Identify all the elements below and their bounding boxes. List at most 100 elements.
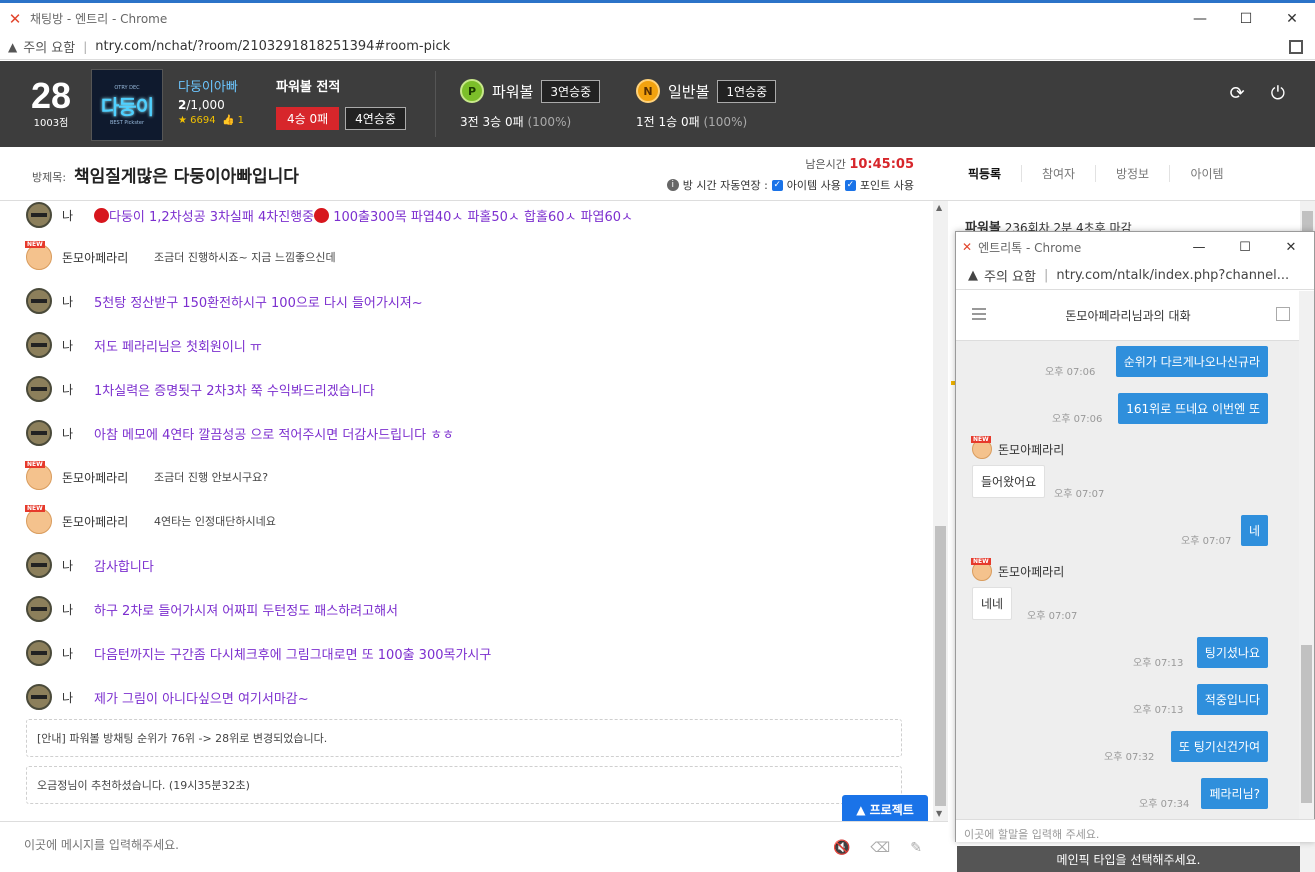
point-use-checkbox[interactable]: ✓ <box>844 179 856 191</box>
message-nick: 나 <box>62 602 74 617</box>
new-badge: NEW <box>25 505 45 512</box>
message-time: 오후 07:13 <box>1133 658 1184 669</box>
chat-message: 나 저도 페라리님은 첫회원이니 ㅠ <box>26 331 262 359</box>
eraser-icon[interactable]: ⌫ <box>870 840 890 856</box>
message-text: 조금더 진행하시죠~ 지금 느낌좋으신데 <box>154 251 336 264</box>
my-avatar[interactable] <box>26 640 52 666</box>
record-badge: 4승 0패 <box>276 107 340 130</box>
popup-window-title: 엔트리톡 - Chrome <box>978 240 1082 255</box>
my-avatar[interactable] <box>26 420 52 446</box>
minimize-icon[interactable]: — <box>1177 3 1223 34</box>
magic-wand-icon[interactable]: ✎ <box>910 840 922 856</box>
my-avatar[interactable] <box>26 288 52 314</box>
popup-scrollbar-thumb[interactable] <box>1301 645 1312 803</box>
tab-participants[interactable]: 참여자 <box>1022 165 1096 182</box>
message-nick[interactable]: 돈모아페라리 <box>62 513 154 530</box>
message-nick: 나 <box>62 208 74 223</box>
expand-icon[interactable] <box>1276 307 1290 321</box>
message-text: 다음턴까지는 구간좀 다시체크후에 그림그대로면 또 100출 300목가시구 <box>94 647 492 663</box>
chat-message: 나 5천탕 정산받구 150환전하시구 100으로 다시 들어가시져~ <box>26 287 423 315</box>
power-icon[interactable]: ⏻ <box>1271 83 1285 104</box>
chat-message: 나 감사합니다 <box>26 551 154 579</box>
my-avatar[interactable] <box>26 332 52 358</box>
popup-address-bar[interactable]: ▲ 주의 요함 | ntry.com/ntalk/index.php?chann… <box>956 262 1314 290</box>
chat-message: 나 제가 그림이 아니다싶으면 여기서마감~ <box>26 683 309 711</box>
new-badge: NEW <box>25 461 45 468</box>
message-text: 제가 그림이 아니다싶으면 여기서마감~ <box>94 691 309 707</box>
my-avatar[interactable] <box>26 376 52 402</box>
maximize-icon[interactable]: ☐ <box>1223 3 1269 34</box>
scroll-up-icon[interactable]: ▲ <box>936 203 942 212</box>
scroll-down-icon[interactable]: ▼ <box>936 809 942 818</box>
message-time: 오후 07:32 <box>1104 752 1155 763</box>
my-avatar[interactable] <box>26 596 52 622</box>
tab-items[interactable]: 아이템 <box>1170 165 1244 182</box>
item-use-checkbox[interactable]: ✓ <box>771 179 783 191</box>
message-nick[interactable]: 돈모아페라리 <box>62 469 154 486</box>
host-username[interactable]: 다둥이아빠 <box>178 79 244 97</box>
sender-avatar[interactable]: NEW <box>971 436 992 459</box>
new-badge: NEW <box>971 558 991 565</box>
not-secure-label[interactable]: 주의 요함 <box>23 37 75 56</box>
host-stats: ★ 6694 👍 1 <box>178 113 244 129</box>
my-avatar[interactable] <box>26 552 52 578</box>
hamburger-menu-icon[interactable] <box>972 308 986 320</box>
close-icon[interactable]: ✕ <box>1269 3 1315 34</box>
popup-title-bar: ✕ 엔트리톡 - Chrome — ☐ ✕ <box>956 232 1314 262</box>
my-avatar[interactable] <box>26 684 52 710</box>
sender-avatar[interactable]: NEW <box>971 558 992 581</box>
message-text: 1차실력은 증명됫구 2차3차 쭉 수익봐드리겠습니다 <box>94 383 375 399</box>
chat-scrollbar-thumb[interactable] <box>935 526 946 806</box>
user-avatar[interactable]: NEW <box>25 241 52 270</box>
tab-room-info[interactable]: 방정보 <box>1096 165 1170 182</box>
powerball-pct: (100%) <box>527 115 572 129</box>
main-pick-type-bar[interactable]: 메인픽 타입을 선택해주세요. <box>957 846 1300 872</box>
avatar-tag-text: BEST Pickster <box>109 119 145 126</box>
item-use-label: 아이템 사용 <box>786 179 841 192</box>
system-notice: [안내] 파워볼 방채팅 순위가 76위 -> 28위로 변경되었습니다. <box>26 719 902 757</box>
popup-message-input[interactable]: 이곳에 할말을 입력해 주세요. <box>956 819 1315 842</box>
project-button[interactable]: ▲ 프로젝트 <box>842 795 928 823</box>
remaining-time-value: 10:45:05 <box>849 157 914 172</box>
warning-icon[interactable]: ▲ <box>968 268 978 283</box>
tab-pick-register[interactable]: 픽등록 <box>948 165 1022 182</box>
address-bar[interactable]: ▲ 주의 요함 | ntry.com/nchat/?room/210329181… <box>0 34 1315 60</box>
user-avatar[interactable]: NEW <box>25 461 52 490</box>
refresh-icon[interactable]: ⟳ <box>1230 83 1245 104</box>
popup-not-secure[interactable]: 주의 요함 <box>984 266 1036 285</box>
red-dot-icon <box>94 207 109 223</box>
host-info: 다둥이아빠 2/1,000 ★ 6694 👍 1 <box>178 79 244 129</box>
sent-bubble: 또 팅기신건가여 <box>1170 731 1268 762</box>
message-text: 감사합니다 <box>94 559 154 575</box>
received-bubble: 네네 <box>972 587 1013 620</box>
message-nick: 나 <box>62 294 74 309</box>
host-avatar[interactable]: OTRY DEC 다둥이 BEST Pickster <box>91 69 163 141</box>
popup-maximize-icon[interactable]: ☐ <box>1222 232 1268 262</box>
chat-message: NEW 돈모아페라리 조금더 진행하시죠~ 지금 느낌좋으신데 <box>25 241 336 271</box>
message-time: 오후 07:06 <box>1052 414 1103 425</box>
popup-minimize-icon[interactable]: — <box>1176 232 1222 262</box>
popup-url[interactable]: ntry.com/ntalk/index.php?channel... <box>1056 268 1289 283</box>
red-dot-icon <box>314 207 330 223</box>
chat-scrollbar[interactable]: ▲ ▼ <box>933 201 948 821</box>
popup-scrollbar[interactable] <box>1299 291 1314 819</box>
message-time: 오후 07:13 <box>1133 705 1184 716</box>
warning-icon[interactable]: ▲ <box>8 40 17 54</box>
mute-icon[interactable]: 🔇 <box>833 840 850 856</box>
url-text[interactable]: ntry.com/nchat/?room/2103291818251394#ro… <box>95 39 450 54</box>
message-text: 저도 페라리님은 첫회원이니 ㅠ <box>94 339 262 355</box>
message-nick[interactable]: 돈모아페라리 <box>62 249 154 266</box>
message-input[interactable] <box>24 838 784 852</box>
header-divider <box>435 71 436 137</box>
powerball-icon: P <box>460 79 484 103</box>
chat-message: NEW 돈모아페라리 4연타는 인정대단하시네요 <box>25 505 276 535</box>
normalball-stats: N 일반볼 1연승중 1전 1승 0패 (100%) <box>636 79 777 130</box>
message-sender: NEW 돈모아페라리 <box>971 558 1064 581</box>
qr-code-icon[interactable] <box>1289 40 1303 54</box>
popup-close-icon[interactable]: ✕ <box>1268 232 1314 262</box>
my-avatar[interactable] <box>26 202 52 228</box>
powerball-streak: 3연승중 <box>541 79 601 103</box>
rank-points: 1003점 <box>33 118 69 129</box>
user-avatar[interactable]: NEW <box>25 505 52 534</box>
chat-message: 나 다둥이 1,2차성공 3차실패 4차진행중 100출300목 파엽40ㅅ 파… <box>26 201 633 229</box>
